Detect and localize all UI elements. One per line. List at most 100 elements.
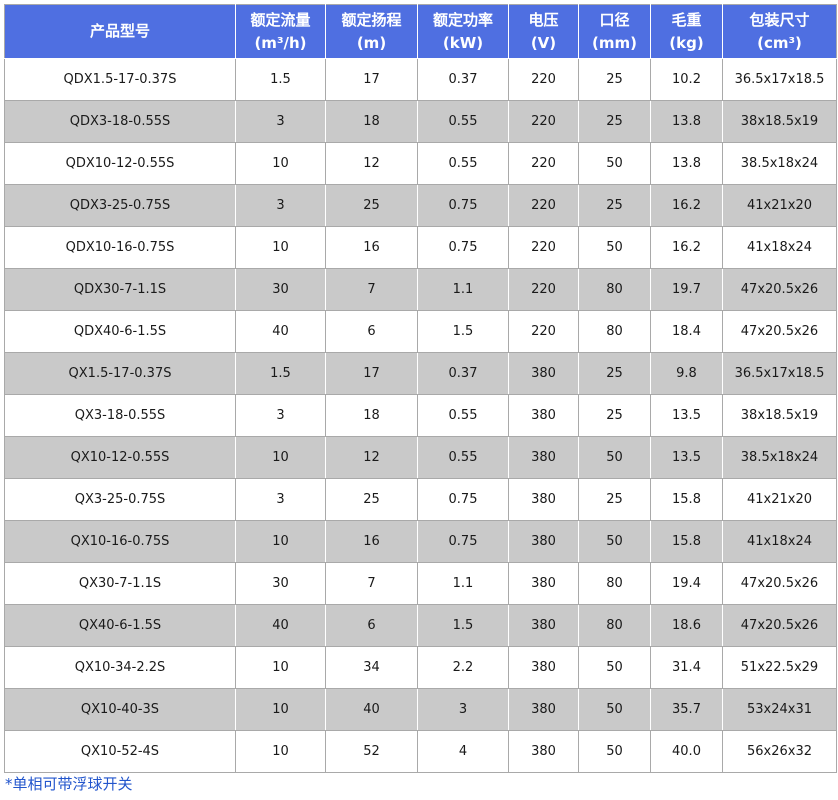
head-cell: 17 [325, 352, 418, 395]
diameter-cell: 80 [578, 562, 651, 605]
power-cell: 2.2 [417, 646, 509, 689]
head-cell: 16 [325, 226, 418, 269]
flow-rate-cell: 3 [235, 394, 326, 437]
voltage-cell: 380 [508, 478, 579, 521]
spec-table: 产品型号 额定流量 (m³/h) 额定扬程 (m) 额定功率 (kW) 电压 (V) 口… [4, 4, 837, 773]
diameter-cell: 25 [578, 478, 651, 521]
header-gross-weight: 毛重 (kg) [650, 4, 723, 59]
power-cell: 0.55 [417, 394, 509, 437]
voltage-cell: 220 [508, 310, 579, 353]
flow-rate-cell: 1.5 [235, 58, 326, 101]
header-label: 额定流量 [250, 10, 311, 29]
model-cell: QX10-40-3S [4, 688, 236, 731]
header-label: 额定功率 [432, 10, 493, 29]
package-size-cell: 41x21x20 [722, 478, 837, 521]
diameter-cell: 50 [578, 436, 651, 479]
header-unit: (mm) [592, 33, 637, 52]
model-cell: QDX10-16-0.75S [4, 226, 236, 269]
voltage-cell: 220 [508, 100, 579, 143]
diameter-cell: 25 [578, 100, 651, 143]
power-cell: 0.55 [417, 436, 509, 479]
voltage-cell: 380 [508, 436, 579, 479]
table-row: QDX3-25-0.75S 3 25 0.75 220 25 16.2 41x2… [4, 184, 837, 227]
package-size-cell: 38x18.5x19 [722, 100, 837, 143]
weight-cell: 10.2 [650, 58, 723, 101]
voltage-cell: 380 [508, 562, 579, 605]
package-size-cell: 36.5x17x18.5 [722, 352, 837, 395]
package-size-cell: 36.5x17x18.5 [722, 58, 837, 101]
header-voltage: 电压 (V) [508, 4, 579, 59]
weight-cell: 13.8 [650, 100, 723, 143]
head-cell: 18 [325, 394, 418, 437]
weight-cell: 13.8 [650, 142, 723, 185]
header-unit: (V) [530, 33, 557, 52]
voltage-cell: 220 [508, 142, 579, 185]
table-row: QDX40-6-1.5S 40 6 1.5 220 80 18.4 47x20.… [4, 310, 837, 353]
header-unit: (m³/h) [254, 33, 307, 52]
flow-rate-cell: 10 [235, 730, 326, 773]
flow-rate-cell: 10 [235, 142, 326, 185]
package-size-cell: 41x18x24 [722, 520, 837, 563]
header-power: 额定功率 (kW) [417, 4, 509, 59]
power-cell: 0.75 [417, 520, 509, 563]
header-head: 额定扬程 (m) [325, 4, 418, 59]
weight-cell: 15.8 [650, 520, 723, 563]
diameter-cell: 25 [578, 184, 651, 227]
package-size-cell: 38.5x18x24 [722, 436, 837, 479]
header-row: 产品型号 额定流量 (m³/h) 额定扬程 (m) 额定功率 (kW) 电压 (V) 口… [4, 4, 837, 59]
voltage-cell: 220 [508, 58, 579, 101]
table-row: QX10-12-0.55S 10 12 0.55 380 50 13.5 38.… [4, 436, 837, 479]
package-size-cell: 47x20.5x26 [722, 562, 837, 605]
package-size-cell: 47x20.5x26 [722, 310, 837, 353]
flow-rate-cell: 3 [235, 100, 326, 143]
voltage-cell: 380 [508, 688, 579, 731]
power-cell: 0.75 [417, 478, 509, 521]
head-cell: 25 [325, 478, 418, 521]
package-size-cell: 47x20.5x26 [722, 604, 837, 647]
weight-cell: 18.6 [650, 604, 723, 647]
diameter-cell: 50 [578, 730, 651, 773]
model-cell: QDX30-7-1.1S [4, 268, 236, 311]
diameter-cell: 25 [578, 394, 651, 437]
diameter-cell: 50 [578, 142, 651, 185]
head-cell: 7 [325, 562, 418, 605]
table-row: QX1.5-17-0.37S 1.5 17 0.37 380 25 9.8 36… [4, 352, 837, 395]
header-label: 口径 [599, 10, 630, 29]
diameter-cell: 80 [578, 268, 651, 311]
model-cell: QDX1.5-17-0.37S [4, 58, 236, 101]
power-cell: 0.37 [417, 352, 509, 395]
voltage-cell: 380 [508, 646, 579, 689]
model-cell: QX10-52-4S [4, 730, 236, 773]
table-row: QX10-34-2.2S 10 34 2.2 380 50 31.4 51x22… [4, 646, 837, 689]
weight-cell: 16.2 [650, 184, 723, 227]
model-cell: QDX40-6-1.5S [4, 310, 236, 353]
weight-cell: 40.0 [650, 730, 723, 773]
weight-cell: 9.8 [650, 352, 723, 395]
flow-rate-cell: 10 [235, 226, 326, 269]
power-cell: 1.5 [417, 310, 509, 353]
diameter-cell: 80 [578, 604, 651, 647]
package-size-cell: 56x26x32 [722, 730, 837, 773]
table-row: QDX10-16-0.75S 10 16 0.75 220 50 16.2 41… [4, 226, 837, 269]
header-label: 包装尺寸 [749, 10, 810, 29]
weight-cell: 31.4 [650, 646, 723, 689]
header-label: 毛重 [671, 10, 702, 29]
diameter-cell: 80 [578, 310, 651, 353]
power-cell: 0.55 [417, 100, 509, 143]
flow-rate-cell: 10 [235, 688, 326, 731]
model-cell: QX3-25-0.75S [4, 478, 236, 521]
power-cell: 0.75 [417, 226, 509, 269]
flow-rate-cell: 30 [235, 268, 326, 311]
flow-rate-cell: 30 [235, 562, 326, 605]
flow-rate-cell: 40 [235, 310, 326, 353]
spec-table-container: 产品型号 额定流量 (m³/h) 额定扬程 (m) 额定功率 (kW) 电压 (V) 口… [4, 4, 837, 794]
weight-cell: 19.4 [650, 562, 723, 605]
table-row: QX10-40-3S 10 40 3 380 50 35.7 53x24x31 [4, 688, 837, 731]
head-cell: 18 [325, 100, 418, 143]
diameter-cell: 25 [578, 352, 651, 395]
model-cell: QX3-18-0.55S [4, 394, 236, 437]
power-cell: 0.55 [417, 142, 509, 185]
diameter-cell: 25 [578, 58, 651, 101]
table-row: QDX1.5-17-0.37S 1.5 17 0.37 220 25 10.2 … [4, 58, 837, 101]
model-cell: QX10-12-0.55S [4, 436, 236, 479]
